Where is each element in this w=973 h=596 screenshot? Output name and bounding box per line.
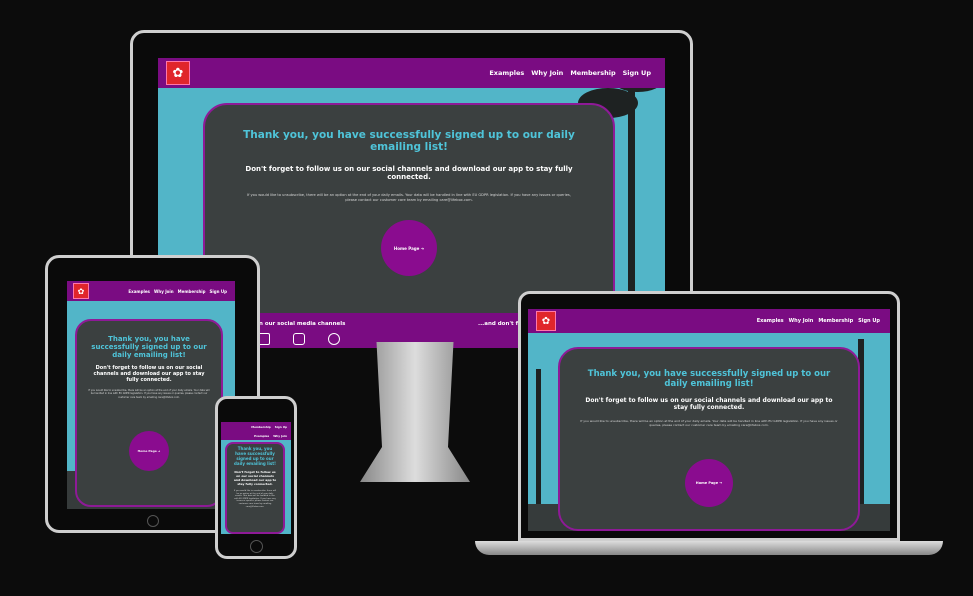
confirmation-card: Thank you, you have successfully signed … [225, 442, 285, 534]
site-logo-icon[interactable]: ✿ [73, 283, 89, 299]
nav-link-examples[interactable]: Examples [128, 289, 150, 294]
nav-link-why-join[interactable]: Why Join [531, 69, 563, 77]
laptop: ✿ Examples Why Join Membership Sign Up T… [475, 291, 943, 561]
unsubscribe-info: If you would like to unsubscribe, there … [233, 490, 277, 508]
site-logo-icon[interactable]: ✿ [536, 311, 556, 331]
unsubscribe-info: If you would like to unsubscribe, there … [247, 193, 571, 203]
follow-message: Don't forget to follow us on our social … [233, 470, 277, 486]
home-page-button[interactable]: Home Page ➔ [685, 459, 733, 507]
unsubscribe-info: If you would like to unsubscribe, there … [580, 419, 838, 428]
nav-link-examples[interactable]: Examples [254, 434, 269, 438]
instagram-icon[interactable] [293, 333, 305, 345]
confirmation-card: Thank you, you have successfully signed … [558, 347, 860, 531]
home-page-button[interactable]: Home Page ➔ [129, 431, 169, 471]
page-title: Thank you, you have successfully signed … [587, 369, 831, 389]
confirmation-card: Thank you, you have successfully signed … [75, 319, 223, 507]
site-logo-icon[interactable]: ✿ [166, 61, 190, 85]
unsubscribe-info: If you would like to unsubscribe, there … [88, 389, 210, 399]
nav-link-examples[interactable]: Examples [757, 318, 784, 324]
follow-message: Don't forget to follow us on our social … [93, 365, 205, 383]
home-page-button[interactable]: Home Page ➔ [381, 220, 437, 276]
page-title: Thank you, you have successfully signed … [234, 446, 276, 466]
nav-link-membership[interactable]: Membership [818, 318, 853, 324]
nav-link-examples[interactable]: Examples [489, 69, 524, 77]
phone: Membership Sign Up Examples Why Join Tha… [215, 396, 297, 559]
nav-link-sign-up[interactable]: Sign Up [858, 318, 880, 324]
follow-message: Don't forget to follow us on our social … [245, 165, 573, 181]
nav-link-sign-up[interactable]: Sign Up [623, 69, 651, 77]
nav-link-membership[interactable]: Membership [251, 425, 271, 429]
nav-link-sign-up[interactable]: Sign Up [210, 289, 227, 294]
tablet-home-button[interactable] [147, 515, 159, 527]
nav-link-why-join[interactable]: Why Join [154, 289, 174, 294]
nav-link-sign-up[interactable]: Sign Up [275, 425, 287, 429]
page-title: Thank you, you have successfully signed … [91, 335, 207, 359]
phone-home-button[interactable] [250, 540, 263, 553]
nav-link-membership[interactable]: Membership [178, 289, 206, 294]
facebook-icon[interactable] [328, 333, 340, 345]
page-title: Thank you, you have successfully signed … [243, 129, 575, 153]
nav-link-why-join[interactable]: Why Join [273, 434, 287, 438]
follow-message: Don't forget to follow us on our social … [585, 397, 833, 411]
monitor-stand [360, 342, 470, 482]
nav-link-membership[interactable]: Membership [570, 69, 615, 77]
nav-link-why-join[interactable]: Why Join [789, 318, 814, 324]
laptop-base [475, 541, 943, 555]
